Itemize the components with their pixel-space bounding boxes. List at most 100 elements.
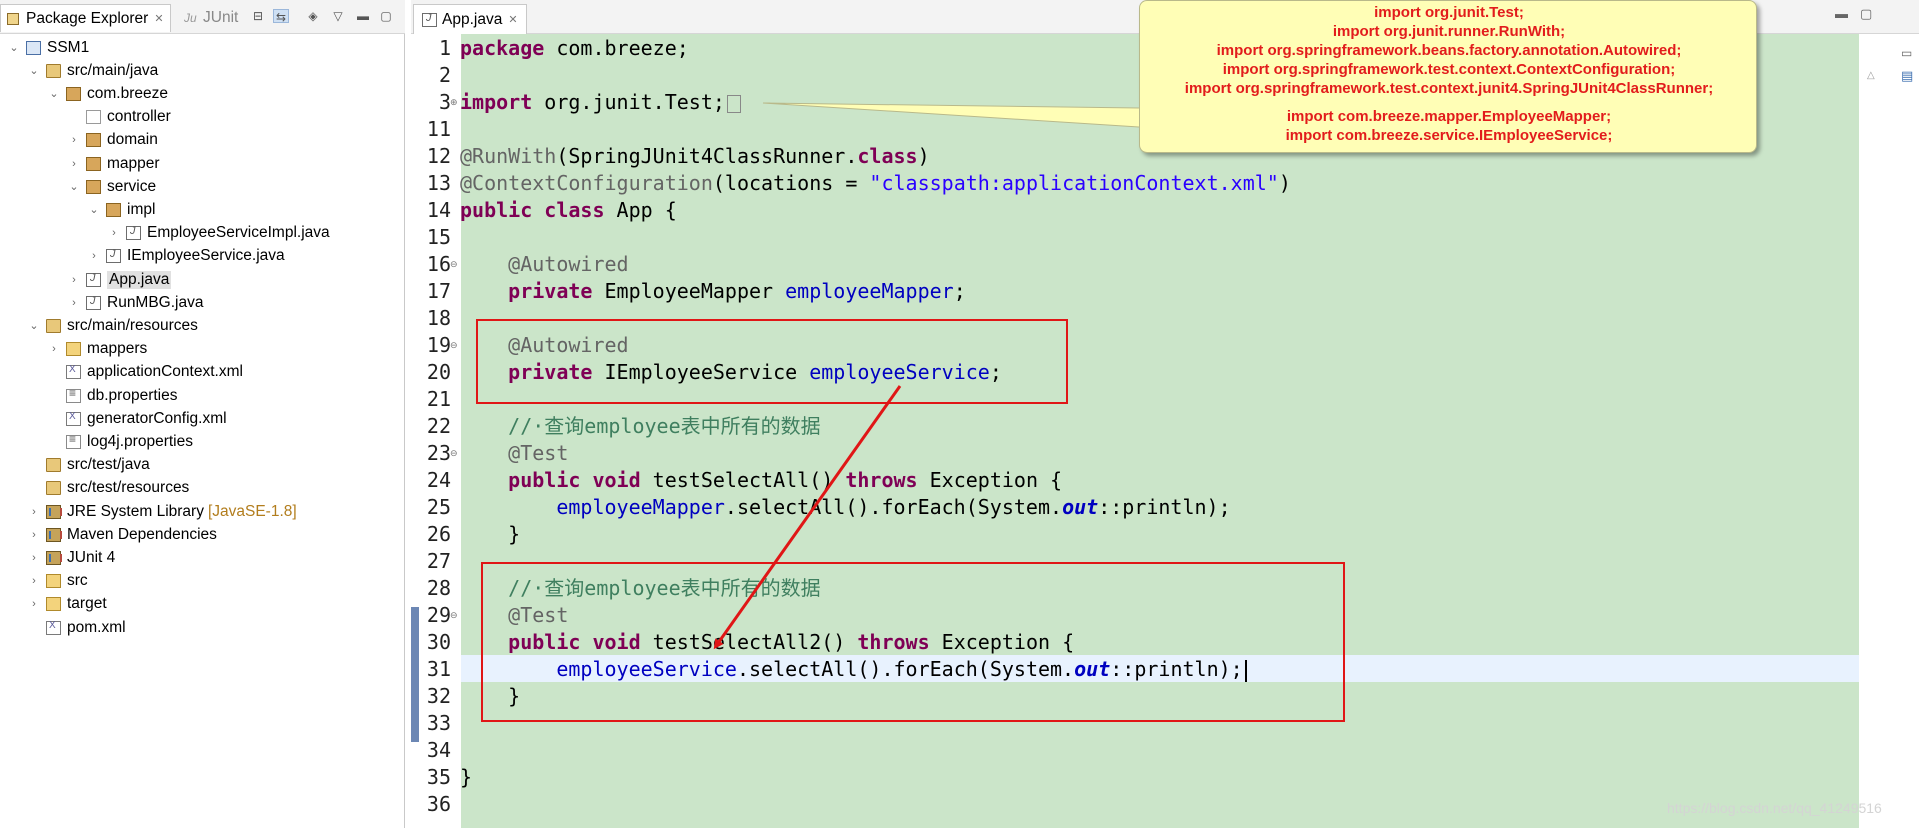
tree-item[interactable]: › mappers [48, 338, 147, 361]
tree-item[interactable]: › EmployeeServiceImpl.java [108, 222, 329, 245]
tree-item[interactable]: src/test/java [28, 454, 150, 477]
tree-item[interactable]: pom.xml [28, 616, 126, 639]
close-icon[interactable]: ✕ [508, 13, 517, 26]
code-line[interactable]: //·查询employee表中所有的数据 [460, 413, 820, 440]
tab-app-java[interactable]: App.java ✕ [413, 4, 527, 34]
chevron-right-icon[interactable]: › [28, 575, 40, 587]
tree-item-label: db.properties [87, 386, 178, 404]
tooltip-import-line: import org.junit.Test; [1374, 4, 1524, 21]
code-line[interactable]: @RunWith(SpringJUnit4ClassRunner.class) [460, 143, 930, 170]
code-line[interactable]: @Test [460, 440, 568, 467]
code-line[interactable]: } [460, 764, 472, 791]
line-number: 16 [426, 252, 451, 276]
line-number: 12 [426, 144, 451, 168]
view-menu-icon[interactable]: ▽ [330, 9, 346, 23]
tree-item[interactable]: ⌄ SSM1 [8, 36, 89, 59]
collapse-icon[interactable]: ⊖ [450, 251, 458, 278]
line-number: 30 [426, 630, 451, 654]
tree-item[interactable]: applicationContext.xml [48, 361, 243, 384]
tree-item[interactable]: › Maven Dependencies [28, 523, 217, 546]
chevron-right-icon[interactable]: › [28, 598, 40, 610]
outline-icon[interactable]: ▤ [1901, 68, 1913, 84]
chevron-right-icon[interactable]: › [68, 274, 80, 286]
collapse-all-icon[interactable]: ⊟ [250, 9, 266, 23]
tree-item[interactable]: ⌄ service [68, 175, 156, 198]
chevron-down-icon[interactable]: ⌄ [28, 65, 40, 77]
chevron-right-icon[interactable]: › [28, 552, 40, 564]
tree-item[interactable]: ⌄ com.breeze [48, 82, 168, 105]
srcfolder-icon [46, 458, 61, 473]
close-icon[interactable]: ✕ [154, 12, 163, 25]
tree-item[interactable]: ⌄ src/main/java [28, 59, 158, 82]
overview-ruler[interactable]: ▭ ▤ △ [1859, 34, 1919, 828]
chevron-right-icon[interactable]: › [28, 506, 40, 518]
tree-item[interactable]: ⌄ src/main/resources [28, 314, 198, 337]
tree-item[interactable]: › mapper [68, 152, 159, 175]
code-line[interactable]: private EmployeeMapper employeeMapper; [460, 278, 966, 305]
code-line[interactable]: @Autowired [460, 251, 628, 278]
srcfolder-icon [46, 481, 61, 496]
focus-icon[interactable]: ◈ [305, 9, 321, 23]
chevron-right-icon[interactable]: › [48, 343, 60, 355]
tree-item[interactable]: › App.java [68, 268, 172, 291]
code-token: employeeMapper [785, 279, 954, 303]
tree-item[interactable]: db.properties [48, 384, 177, 407]
tree-item[interactable]: src/test/resources [28, 477, 189, 500]
lib-icon [46, 504, 62, 519]
code-line[interactable]: public class App { [460, 197, 677, 224]
tab-package-explorer[interactable]: Package Explorer ✕ [0, 4, 171, 32]
tree-item[interactable]: › src [28, 570, 88, 593]
code-line[interactable]: @ContextConfiguration(locations = "class… [460, 170, 1291, 197]
chevron-down-icon[interactable]: ⌄ [88, 204, 100, 216]
tree-item[interactable]: controller [68, 106, 171, 129]
link-with-editor-icon[interactable]: ⇆ [273, 9, 289, 24]
collapse-icon[interactable]: ⊖ [450, 440, 458, 467]
chevron-right-icon[interactable]: › [88, 250, 100, 262]
chevron-right-icon[interactable]: › [108, 227, 120, 239]
code-line[interactable]: } [460, 521, 520, 548]
code-line[interactable]: package com.breeze; [460, 35, 689, 62]
code-token: } [460, 522, 521, 546]
collapse-icon[interactable]: ⊖ [450, 332, 458, 359]
tree-item-label: src [67, 572, 88, 590]
tree-item[interactable]: › domain [68, 129, 158, 152]
tab-junit[interactable]: Ju JUnit [178, 5, 244, 30]
tree-item[interactable]: ⌄ impl [88, 198, 155, 221]
maximize-editor-icon[interactable]: ▢ [1860, 6, 1872, 22]
code-token: package [460, 36, 545, 60]
expand-icon[interactable]: ⊕ [450, 89, 458, 116]
tree-item[interactable]: › JUnit 4 [28, 546, 115, 569]
chevron-down-icon[interactable]: ⌄ [28, 320, 40, 332]
chevron-down-icon[interactable]: ⌄ [68, 181, 80, 193]
minimize-icon[interactable]: ▬ [355, 9, 371, 23]
tree-item[interactable]: generatorConfig.xml [48, 407, 227, 430]
explorer-tab-bar: Package Explorer ✕ Ju JUnit ⊟ ⇆ ◈ ▽ ▬ ▢ [0, 0, 405, 34]
code-line[interactable]: employeeMapper.selectAll().forEach(Syste… [460, 494, 1230, 521]
tree-item[interactable]: › target [28, 593, 106, 616]
code-line[interactable]: public void testSelectAll() throws Excep… [460, 467, 1062, 494]
chevron-right-icon[interactable]: › [68, 158, 80, 170]
minimize-editor-icon[interactable]: ▬ [1835, 6, 1848, 21]
line-number: 15 [426, 225, 451, 249]
tree-item[interactable]: › IEmployeeService.java [88, 245, 285, 268]
tree-item[interactable]: › RunMBG.java [68, 291, 203, 314]
chevron-down-icon[interactable]: ⌄ [8, 42, 20, 54]
folded-imports-box[interactable] [726, 94, 741, 113]
tree-item[interactable]: log4j.properties [48, 430, 193, 453]
tree-item[interactable]: › JRE System Library [JavaSE-1.8] [28, 500, 297, 523]
line-number: 11 [426, 117, 451, 141]
line-number: 24 [426, 468, 451, 492]
chevron-right-icon[interactable]: › [68, 134, 80, 146]
scroll-up-icon[interactable]: △ [1867, 70, 1875, 81]
chevron-right-icon[interactable]: › [68, 297, 80, 309]
collapse-icon[interactable]: ⊖ [450, 602, 458, 629]
chevron-down-icon[interactable]: ⌄ [48, 88, 60, 100]
chevron-right-icon[interactable]: › [28, 529, 40, 541]
line-number: 27 [426, 549, 451, 573]
restore-icon[interactable]: ▭ [1901, 46, 1912, 60]
code-line[interactable]: import org.junit.Test; [460, 89, 741, 116]
maximize-icon[interactable]: ▢ [378, 9, 394, 23]
